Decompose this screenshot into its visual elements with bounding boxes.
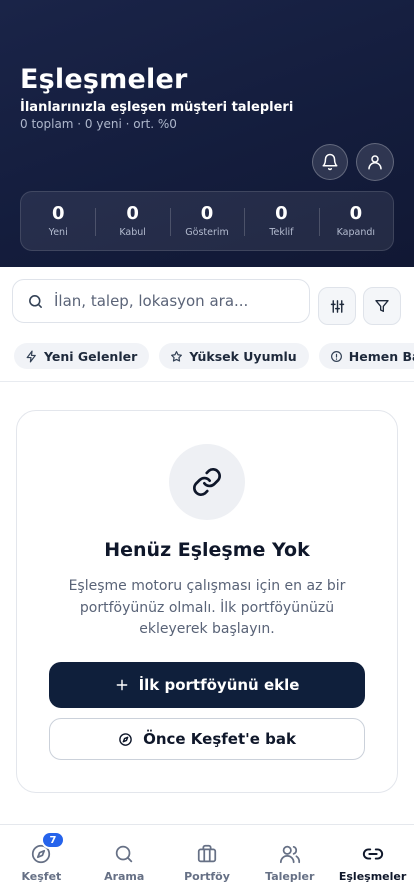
stat-accepted: 0 Kabul	[95, 192, 169, 250]
search-icon	[115, 845, 133, 863]
star-icon	[171, 350, 183, 362]
stat-label: Yeni	[48, 227, 68, 238]
bell-icon	[322, 153, 338, 171]
sort-options-button[interactable]	[318, 287, 356, 325]
quick-filter-chips: Yeni Gelenler Yüksek Uyumlu Hemen Bak	[14, 343, 414, 369]
tab-label: Portföy	[184, 870, 230, 883]
tab-label: Arama	[104, 870, 145, 883]
empty-state-description: Eşleşme motoru çalışması için en az bir …	[68, 578, 346, 637]
stat-showing: 0 Gösterim	[169, 192, 244, 250]
button-label: İlk portföyünü ekle	[138, 676, 300, 694]
stat-label: Teklif	[269, 227, 294, 238]
stat-label: Kabul	[119, 227, 146, 238]
chip-new-arrivals[interactable]: Yeni Gelenler	[14, 343, 150, 369]
divider	[0, 381, 414, 382]
sliders-icon	[330, 299, 344, 313]
profile-button[interactable]	[356, 143, 394, 181]
stat-new: 0 Yeni	[21, 192, 95, 250]
stat-label: Gösterim	[185, 227, 229, 238]
chip-look-now[interactable]: Hemen Bak	[318, 343, 414, 369]
stat-value: 0	[275, 203, 288, 224]
tab-kesfet[interactable]: 7 Keşfet	[0, 825, 83, 896]
alert-circle-icon	[330, 350, 342, 362]
explore-first-button[interactable]: Önce Keşfet'e bak	[49, 718, 365, 760]
filter-button[interactable]	[363, 287, 401, 325]
briefcase-icon	[197, 844, 217, 863]
page-title: Eşleşmeler	[20, 64, 188, 95]
filter-icon	[375, 300, 389, 312]
tab-label: Eşleşmeler	[338, 870, 407, 883]
stat-label: Kapandı	[336, 227, 376, 238]
header: Eşleşmeler İlanlarınızla eşleşen müşteri…	[0, 0, 414, 267]
page-subtitle: İlanlarınızla eşleşen müşteri talepleri	[20, 100, 294, 115]
summary-meta: 0 toplam · 0 yeni · ort. %0	[20, 117, 177, 131]
chip-label: Yeni Gelenler	[44, 348, 138, 364]
tab-eslesmeler[interactable]: Eşleşmeler	[331, 825, 414, 896]
stat-value: 0	[126, 203, 139, 224]
link-icon	[362, 848, 383, 860]
search-bar[interactable]	[12, 279, 310, 323]
stat-offer: 0 Teklif	[244, 192, 318, 250]
stat-closed: 0 Kapandı	[318, 192, 393, 250]
empty-state-card: Henüz Eşleşme Yok Eşleşme motoru çalışma…	[16, 410, 398, 793]
button-label: Önce Keşfet'e bak	[143, 730, 296, 748]
chip-label: Hemen Bak	[348, 348, 414, 364]
tab-portfoy[interactable]: Portföy	[166, 825, 249, 896]
notification-badge: 7	[41, 831, 65, 849]
tab-talepler[interactable]: Talepler	[248, 825, 331, 896]
chip-high-match[interactable]: Yüksek Uyumlu	[159, 343, 309, 369]
user-icon	[368, 155, 382, 170]
tab-arama[interactable]: Arama	[83, 825, 166, 896]
stats-panel: 0 Yeni 0 Kabul 0 Gösterim 0 Teklif 0 Kap…	[20, 191, 394, 251]
empty-state-icon-wrap	[169, 444, 245, 520]
add-first-portfolio-button[interactable]: İlk portföyünü ekle	[49, 662, 365, 708]
stat-value: 0	[349, 203, 363, 224]
search-input[interactable]	[54, 292, 294, 310]
bottom-tab-bar: 7 Keşfet Arama Portföy Talepler Eşleşmel…	[0, 824, 414, 896]
tab-label: Talepler	[265, 870, 315, 883]
plus-icon	[116, 679, 127, 691]
zap-icon	[26, 349, 36, 363]
stat-value: 0	[51, 203, 65, 224]
tab-label: Keşfet	[21, 870, 62, 883]
users-icon	[279, 845, 300, 864]
compass-icon	[119, 732, 132, 746]
link-icon	[193, 468, 221, 496]
empty-state-title: Henüz Eşleşme Yok	[104, 539, 310, 561]
search-icon	[29, 294, 42, 308]
chip-label: Yüksek Uyumlu	[189, 348, 297, 364]
notifications-button[interactable]	[312, 144, 348, 180]
stat-value: 0	[200, 203, 214, 224]
